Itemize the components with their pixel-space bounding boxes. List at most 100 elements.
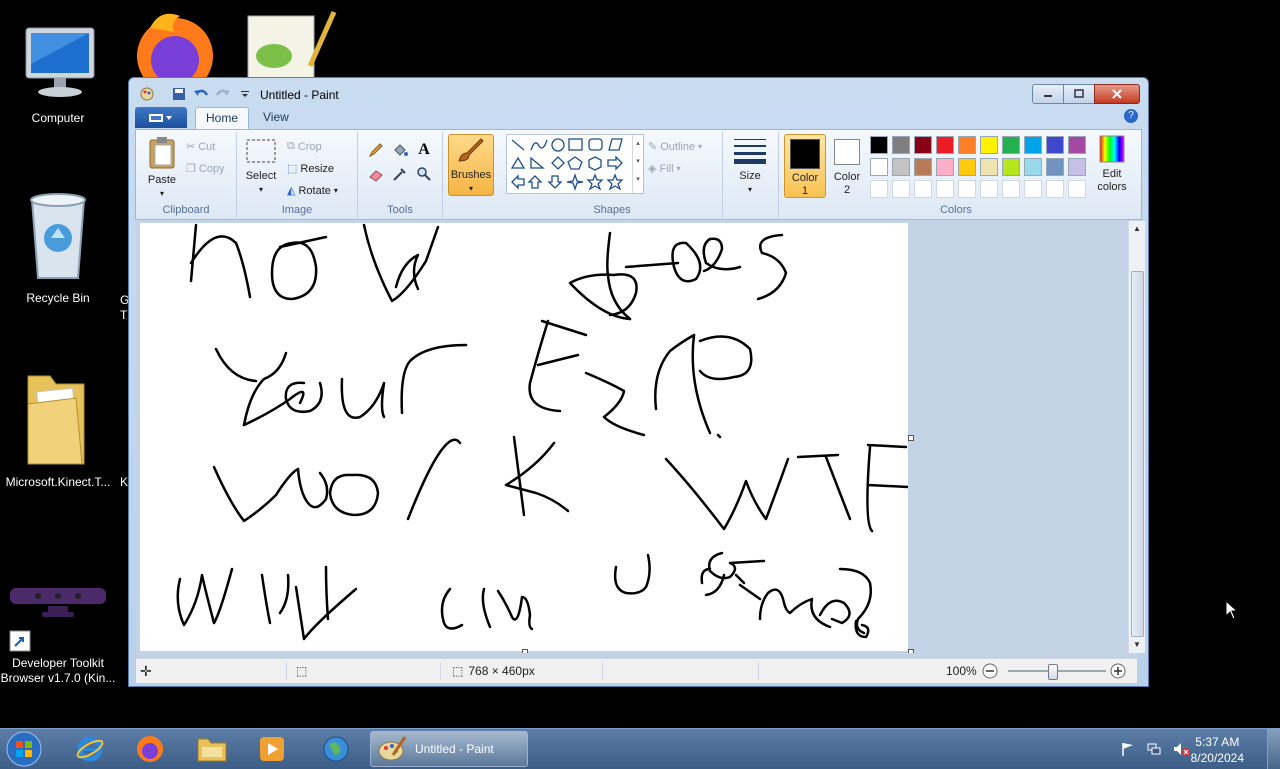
fill-button[interactable]: ◈ Fill ▾ (648, 162, 681, 176)
taskbar-globe-app[interactable] (310, 731, 362, 767)
help-icon[interactable]: ? (1124, 109, 1138, 123)
text-icon[interactable]: A (414, 140, 434, 160)
paste-button[interactable]: Paste ▾ (140, 136, 184, 200)
taskbar-paint-button[interactable]: Untitled - Paint (370, 731, 528, 767)
clock-time: 5:37 AM (1195, 735, 1240, 749)
palette-swatch[interactable] (936, 180, 954, 198)
desktop-icon-developer-toolkit[interactable]: Developer Toolkit Browser v1.7.0 (Kin... (0, 630, 116, 686)
palette-swatch[interactable] (958, 136, 976, 154)
color1-button[interactable]: Color 1 (784, 134, 826, 198)
customize-toolbar-icon[interactable] (237, 86, 253, 102)
desktop-icon-notepadpp[interactable] (244, 10, 338, 79)
desktop-icon-computer[interactable]: Computer (0, 24, 116, 126)
palette-swatch[interactable] (958, 180, 976, 198)
tab-view[interactable]: View (253, 107, 299, 128)
palette-swatch[interactable] (1068, 136, 1086, 154)
palette-swatch[interactable] (914, 180, 932, 198)
palette-swatch[interactable] (870, 180, 888, 198)
palette-swatch[interactable] (1002, 158, 1020, 176)
selection-size-icon: ⬚ (296, 664, 308, 678)
magnifier-icon[interactable] (414, 164, 434, 184)
taskbar-internet-explorer[interactable] (64, 731, 116, 767)
undo-icon[interactable] (193, 86, 209, 102)
palette-swatch[interactable] (1068, 180, 1086, 198)
canvas-resize-handle-right[interactable] (908, 435, 914, 441)
clipboard-group-label: Clipboard (162, 204, 210, 216)
zoom-slider[interactable] (1008, 664, 1106, 680)
brushes-button[interactable]: Brushes ▾ (448, 134, 494, 196)
palette-swatch[interactable] (980, 180, 998, 198)
pencil-icon[interactable] (366, 140, 386, 160)
taskbar-file-explorer[interactable] (186, 731, 238, 767)
palette-swatch[interactable] (892, 158, 910, 176)
quick-access-toolbar (139, 86, 253, 102)
scroll-up-arrow[interactable]: ▲ (1129, 221, 1145, 237)
volume-muted-icon[interactable] (1172, 741, 1190, 757)
eraser-icon[interactable] (366, 164, 386, 184)
palette-swatch[interactable] (892, 180, 910, 198)
shapes-gallery[interactable]: ▴ ▾ ▾ (506, 134, 644, 194)
resize-button[interactable]: ⬚ Resize (287, 162, 334, 176)
start-button[interactable] (4, 729, 44, 769)
save-icon[interactable] (171, 86, 187, 102)
palette-swatch[interactable] (936, 158, 954, 176)
palette-swatch[interactable] (1046, 158, 1064, 176)
cut-button[interactable]: ✂ Cut (186, 140, 215, 154)
rotate-button[interactable]: ◭ Rotate ▾ (287, 184, 338, 198)
copy-button[interactable]: ❐ Copy (186, 162, 225, 176)
horizontal-scroll-strip (136, 653, 1137, 657)
palette-swatch[interactable] (958, 158, 976, 176)
palette-swatch[interactable] (1002, 136, 1020, 154)
palette-swatch[interactable] (1024, 180, 1042, 198)
desktop-partial-label-k: K (120, 475, 129, 489)
color2-button[interactable]: Color 2 (828, 134, 866, 197)
drawing-canvas[interactable] (140, 223, 908, 651)
paint-menu-button[interactable] (135, 107, 187, 128)
palette-swatch[interactable] (870, 136, 888, 154)
taskbar-media-player[interactable] (246, 731, 298, 767)
paint-app-icon[interactable] (139, 86, 155, 102)
palette-swatch[interactable] (892, 136, 910, 154)
outline-button[interactable]: ✎ Outline ▾ (648, 140, 702, 154)
palette-swatch[interactable] (980, 158, 998, 176)
tab-home[interactable]: Home (195, 107, 250, 129)
vertical-scrollbar[interactable]: ▲ ▼ (1128, 221, 1145, 653)
palette-swatch[interactable] (1024, 158, 1042, 176)
window-title: Untitled - Paint (260, 88, 339, 102)
zoom-out-button[interactable] (982, 659, 998, 683)
palette-swatch[interactable] (1002, 180, 1020, 198)
maximize-button[interactable] (1063, 84, 1095, 104)
edit-colors-button[interactable]: Edit colors (1092, 134, 1132, 194)
size-button[interactable]: Size ▾ (730, 136, 770, 196)
network-icon[interactable] (1146, 741, 1162, 757)
scroll-down-arrow[interactable]: ▼ (1129, 637, 1145, 653)
color-picker-icon[interactable] (390, 164, 410, 184)
scroll-thumb[interactable] (1131, 271, 1144, 637)
palette-swatch[interactable] (870, 158, 888, 176)
palette-swatch[interactable] (1024, 136, 1042, 154)
palette-swatch[interactable] (1068, 158, 1086, 176)
desktop-icon-firefox[interactable] (130, 8, 220, 94)
desktop-icon-recycle-bin[interactable]: Recycle Bin (0, 188, 116, 306)
clock[interactable]: 5:37 AM 8/20/2024 (1191, 734, 1244, 766)
palette-swatch[interactable] (936, 136, 954, 154)
zoom-slider-thumb[interactable] (1048, 664, 1058, 680)
desktop-icon-kinect-folder[interactable]: Microsoft.Kinect.T... (0, 368, 116, 490)
size-group: Size ▾ (724, 132, 779, 218)
palette-swatch[interactable] (914, 136, 932, 154)
palette-swatch[interactable] (1046, 180, 1064, 198)
taskbar-firefox[interactable] (124, 731, 176, 767)
redo-icon[interactable] (215, 86, 231, 102)
action-center-flag-icon[interactable] (1120, 741, 1136, 757)
cursor-position-icon: ✛ (140, 662, 152, 679)
palette-swatch[interactable] (980, 136, 998, 154)
zoom-in-button[interactable] (1110, 659, 1126, 683)
palette-swatch[interactable] (914, 158, 932, 176)
show-desktop-button[interactable] (1267, 729, 1280, 769)
crop-button[interactable]: ⧉ Crop (287, 140, 322, 153)
close-button[interactable] (1094, 84, 1140, 104)
fill-bucket-icon[interactable] (390, 140, 410, 160)
palette-swatch[interactable] (1046, 136, 1064, 154)
minimize-button[interactable] (1032, 84, 1064, 104)
select-button[interactable]: Select ▾ (241, 136, 281, 196)
